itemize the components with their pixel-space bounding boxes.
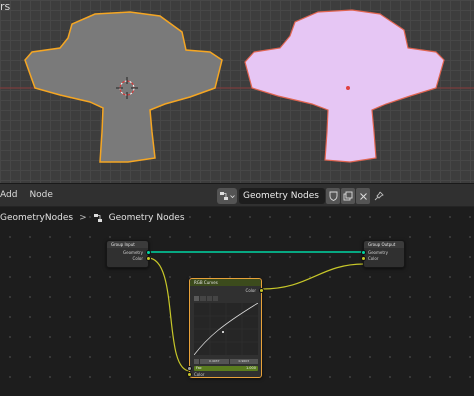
group-output-geometry-label: Geometry <box>368 250 388 255</box>
fac-input-socket[interactable] <box>187 366 192 371</box>
curve-mapping-widget[interactable] <box>194 303 258 355</box>
fake-user-button[interactable] <box>326 188 340 204</box>
node-tree-type-button[interactable] <box>217 188 237 204</box>
group-input-header[interactable]: Group Input <box>107 241 148 248</box>
group-output-geometry-socket[interactable] <box>361 250 366 255</box>
rgb-curves-output-label: Color <box>245 288 256 293</box>
rgb-curves-node[interactable]: RGB Curves Color 0.4037 0.9603 Fac 1.000 <box>187 278 264 378</box>
link-curves-to-output <box>261 263 365 290</box>
tab-channel-r[interactable] <box>200 296 206 301</box>
shield-icon <box>329 191 337 201</box>
group-input-title: Group Input <box>111 242 135 247</box>
fac-value: 1.000 <box>245 366 256 370</box>
node-tree-name-field[interactable]: Geometry Nodes <box>239 188 325 204</box>
object-origin-dot <box>346 86 350 90</box>
group-output-header[interactable]: Group Output <box>364 241 404 248</box>
group-output-color-socket[interactable] <box>361 256 366 261</box>
chevron-down-icon <box>230 194 235 198</box>
group-input-color-label: Color <box>132 256 143 261</box>
unlink-tree-button[interactable] <box>356 188 370 204</box>
node-editor-canvas[interactable]: GeometryNodes > Geometry Nodes Group Inp… <box>0 207 474 396</box>
fac-label: Fac <box>196 366 202 370</box>
node-editor-header: Add Node Geometry Nodes <box>0 183 474 207</box>
monkey-left-mesh <box>24 11 223 163</box>
monkey-right-mesh <box>244 9 445 163</box>
group-input-geometry-socket[interactable] <box>146 250 151 255</box>
curve-channel-tabs <box>194 296 218 301</box>
duplicate-icon <box>343 191 353 201</box>
pin-icon <box>374 191 384 201</box>
pin-button[interactable] <box>372 188 386 204</box>
node-tree-icon <box>220 192 228 200</box>
tab-channel-g[interactable] <box>206 296 212 301</box>
menu-add[interactable]: Add <box>0 190 23 200</box>
curve-tools-icon[interactable] <box>194 359 199 364</box>
rgb-curves-title: RGB Curves <box>194 280 218 285</box>
rgb-curves-header[interactable]: RGB Curves <box>190 279 261 286</box>
close-icon <box>359 192 367 200</box>
curve-min-field[interactable]: 0.4037 <box>200 359 229 364</box>
link-input-color-to-curves <box>147 257 191 372</box>
rgb-curves-output-socket[interactable] <box>259 288 264 293</box>
group-output-node[interactable]: Group Output Geometry Color <box>361 240 405 268</box>
curve-clip-row: 0.4037 0.9603 <box>194 359 258 364</box>
tab-channel-b[interactable] <box>212 296 218 301</box>
group-input-color-socket[interactable] <box>146 256 151 261</box>
group-output-title: Group Output <box>368 242 396 247</box>
viewport-scene <box>0 9 474 163</box>
rgb-curves-color-input-socket[interactable] <box>187 372 192 377</box>
fac-slider[interactable]: Fac 1.000 <box>194 366 258 371</box>
duplicate-tree-button[interactable] <box>341 188 355 204</box>
group-output-color-label: Color <box>368 256 379 261</box>
group-input-node[interactable]: Group Input Geometry Color <box>106 240 151 268</box>
rgb-curves-input-label: Color <box>194 372 205 377</box>
menu-node[interactable]: Node <box>23 190 59 200</box>
group-input-geometry-label: Geometry <box>123 250 143 255</box>
3d-viewport[interactable]: rs <box>0 0 474 183</box>
curve-point <box>222 331 224 333</box>
curve-max-field[interactable]: 0.9603 <box>229 359 258 364</box>
tab-channel-c[interactable] <box>194 296 200 301</box>
